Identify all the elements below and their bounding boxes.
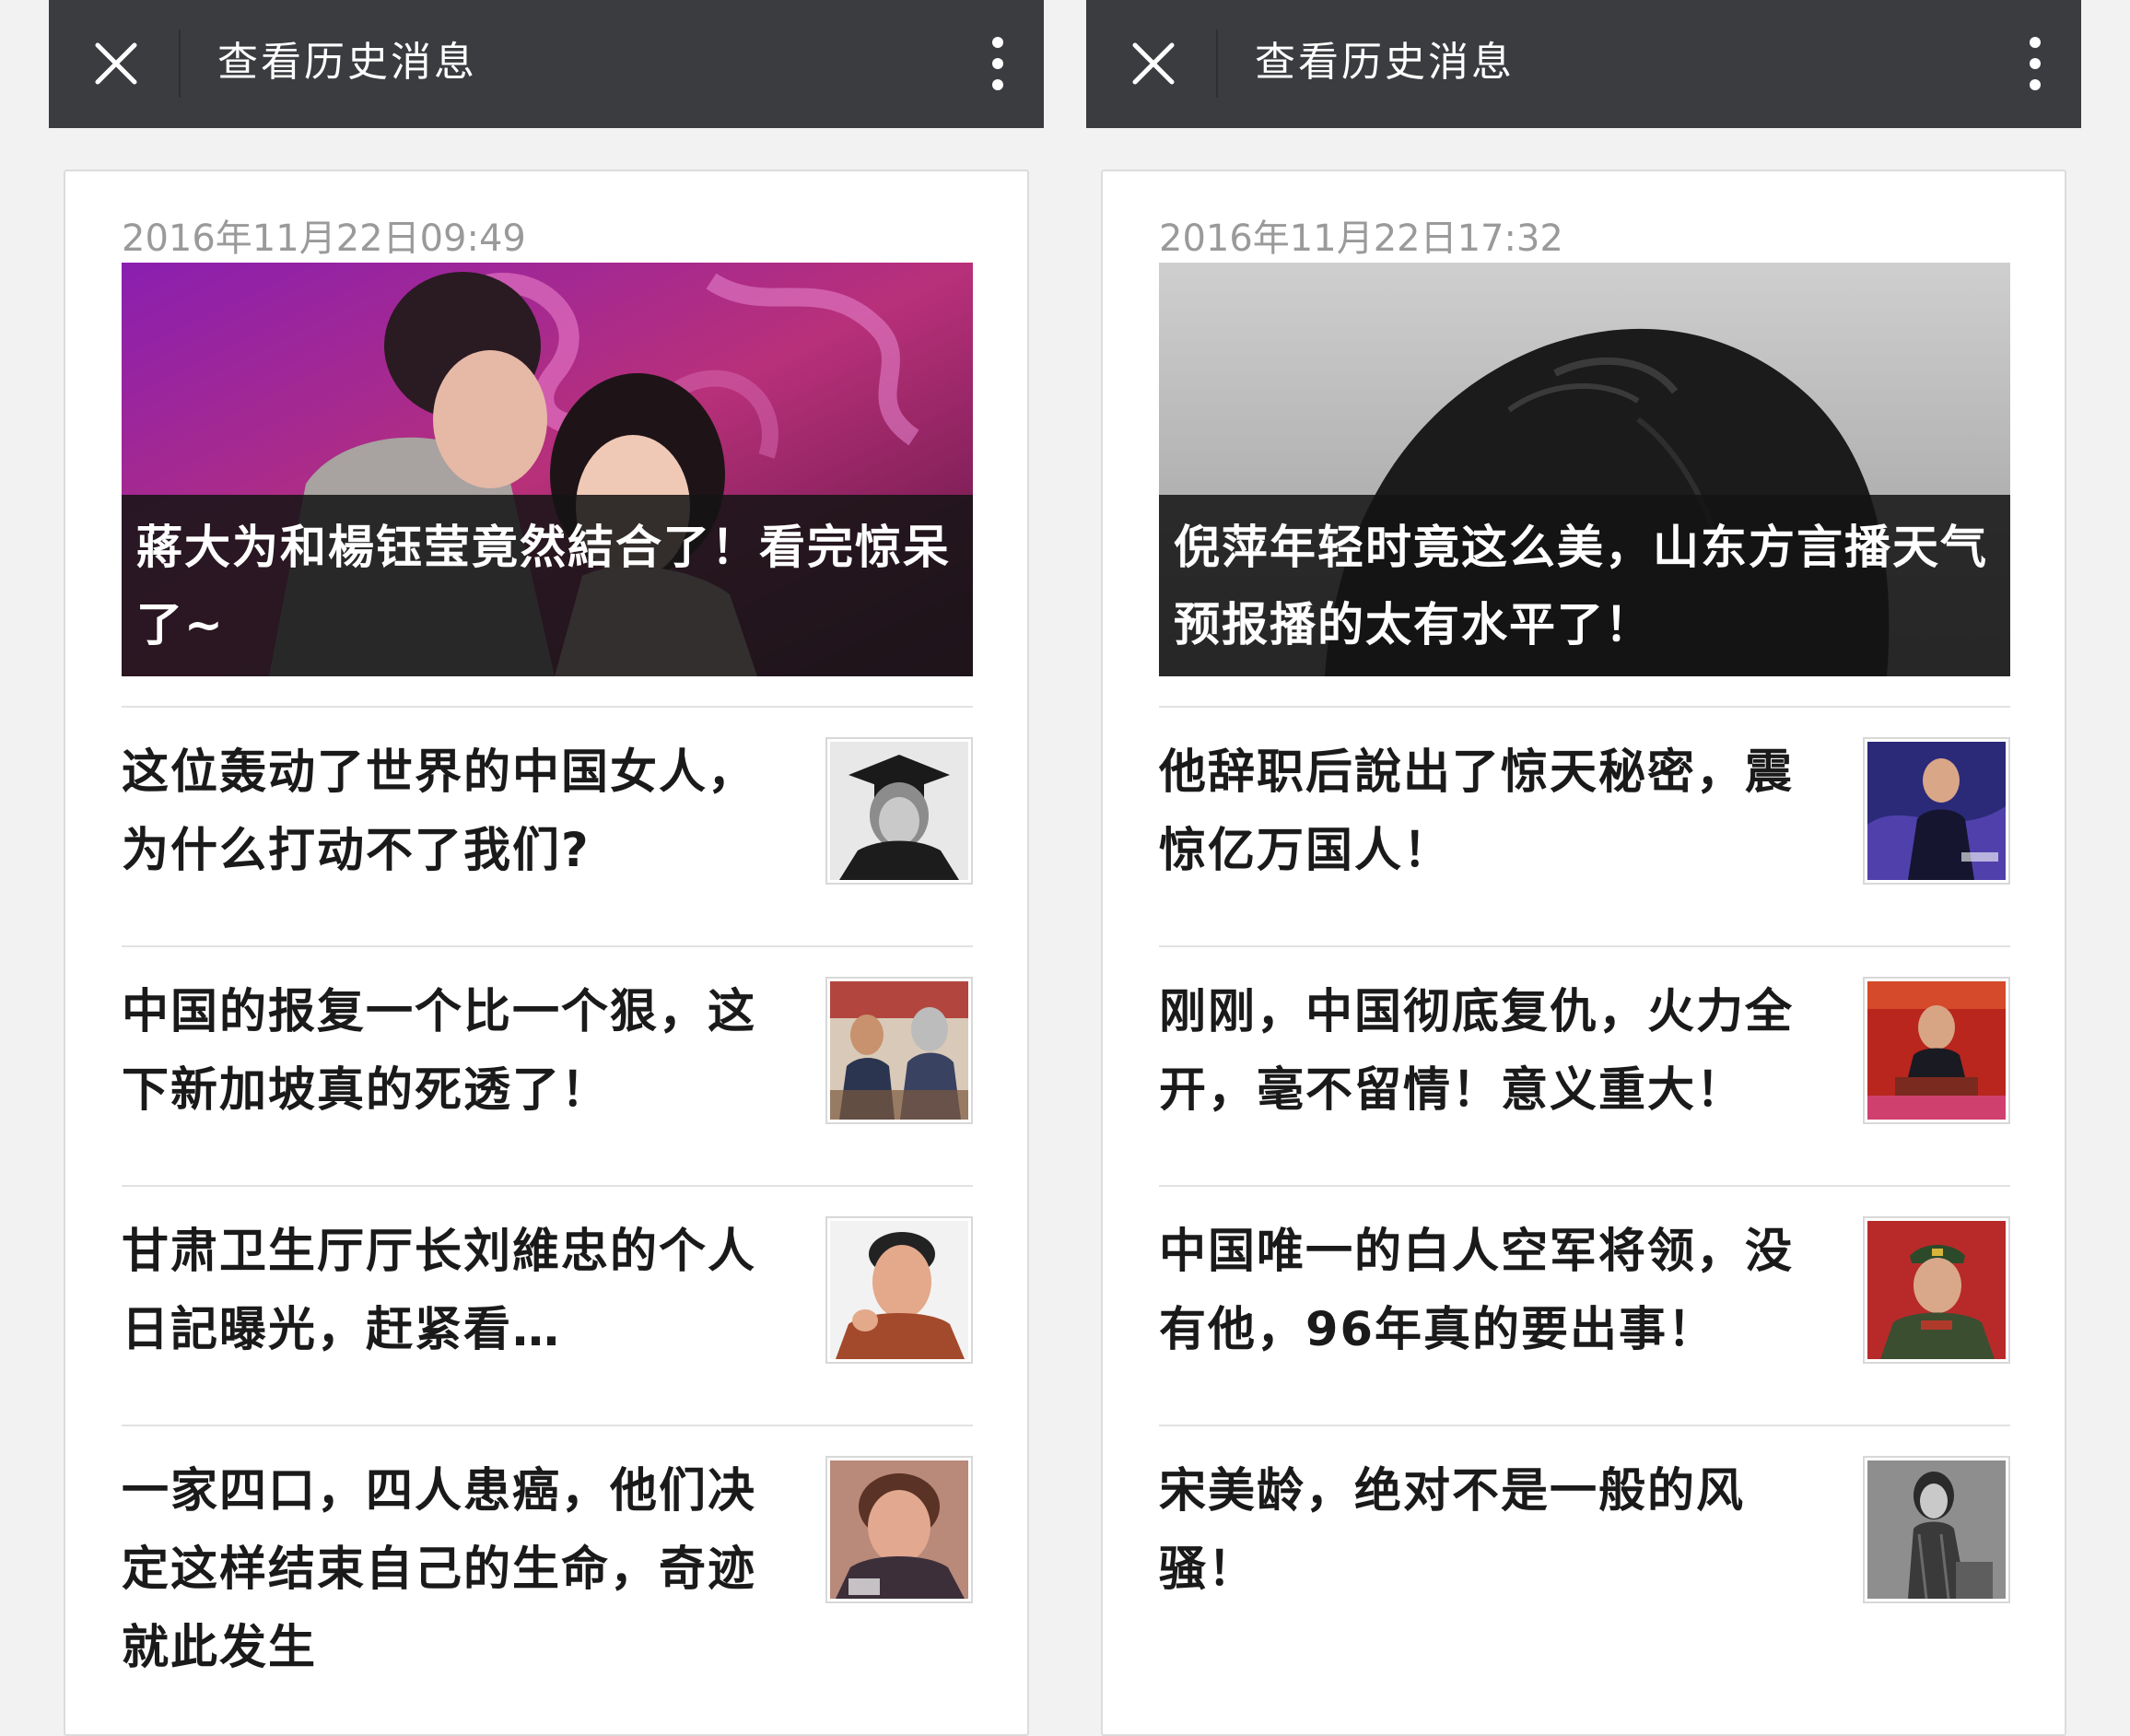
- list-item[interactable]: 甘肃卫生厅厅长刘維忠的个人日記曝光，赶紧看…: [122, 1185, 973, 1426]
- thumbnail-image: [830, 742, 968, 880]
- hero-article[interactable]: 蔣大为和楊钰莹竟然結合了！看完惊呆了~: [122, 263, 973, 676]
- article-thumbnail: [1863, 737, 2010, 885]
- article-thumbnail: [1863, 1216, 2010, 1364]
- list-item[interactable]: 中国的报复一个比一个狠，这下新加坡真的死透了！: [122, 945, 973, 1187]
- hero-article[interactable]: 倪萍年轻时竟这么美，山东方言播天气预报播的太有水平了！: [1159, 263, 2010, 676]
- thumbnail-image: [1867, 742, 2006, 880]
- top-nav-bar: 查看历史消息: [49, 0, 1044, 128]
- close-button[interactable]: [1112, 25, 1195, 102]
- hero-title: 蔣大为和楊钰莹竟然結合了！看完惊呆了~: [122, 495, 973, 676]
- article-title: 宋美龄，绝对不是一般的风骚！: [1159, 1464, 1746, 1597]
- close-icon: [1132, 42, 1175, 85]
- more-vertical-icon: [992, 37, 1003, 90]
- article-thumbnail: [1863, 977, 2010, 1124]
- list-item[interactable]: 刚刚，中国彻底复仇，火力全开，毫不留情！意义重大！: [1159, 945, 2010, 1187]
- list-item[interactable]: 宋美龄，绝对不是一般的风骚！: [1159, 1425, 2010, 1666]
- message-timestamp: 2016年11月22日17:32: [1159, 217, 1563, 260]
- nav-divider: [179, 29, 181, 98]
- article-title: 中国唯一的白人空军将领，没有他，96年真的要出事！: [1159, 1225, 1795, 1357]
- list-item[interactable]: 一家四口，四人患癌，他们决定这样结束自己的生命，奇迹就此发生: [122, 1425, 973, 1675]
- thumbnail-image: [1867, 981, 2006, 1120]
- hero-title: 倪萍年轻时竟这么美，山东方言播天气预报播的太有水平了！: [1159, 495, 2010, 676]
- top-nav-bar: 查看历史消息: [1086, 0, 2081, 128]
- thumbnail-image: [830, 1221, 968, 1359]
- more-options-button[interactable]: [2007, 25, 2063, 102]
- message-timestamp: 2016年11月22日09:49: [122, 217, 526, 260]
- article-thumbnail: [825, 1216, 973, 1364]
- article-title: 这位轰动了世界的中国女人，为什么打动不了我们?: [122, 745, 757, 878]
- thumbnail-image: [1867, 1221, 2006, 1359]
- thumbnail-image: [830, 981, 968, 1120]
- more-vertical-icon: [2030, 37, 2041, 90]
- article-title: 他辞职后說出了惊天秘密，震惊亿万国人！: [1159, 745, 1795, 878]
- article-title: 一家四口，四人患癌，他们决定这样结束自己的生命，奇迹就此发生: [122, 1464, 757, 1675]
- more-options-button[interactable]: [970, 25, 1025, 102]
- close-icon: [95, 42, 137, 85]
- page-title: 查看历史消息: [217, 39, 477, 86]
- article-thumbnail: [1863, 1456, 2010, 1603]
- nav-divider: [1216, 29, 1218, 98]
- list-item[interactable]: 他辞职后說出了惊天秘密，震惊亿万国人！: [1159, 706, 2010, 947]
- article-thumbnail: [825, 1456, 973, 1603]
- list-item[interactable]: 中国唯一的白人空军将领，没有他，96年真的要出事！: [1159, 1185, 2010, 1426]
- right-phone-screen: 查看历史消息 2016年11月22日17:32 倪萍年轻时竟这么美，山东方言播天…: [1086, 0, 2081, 1736]
- close-button[interactable]: [75, 25, 158, 102]
- message-card: 2016年11月22日17:32 倪萍年轻时竟这么美，山东方言播天气预报播的太有…: [1101, 170, 2066, 1736]
- article-thumbnail: [825, 977, 973, 1124]
- article-title: 甘肃卫生厅厅长刘維忠的个人日記曝光，赶紧看…: [122, 1225, 757, 1357]
- article-thumbnail: [825, 737, 973, 885]
- article-title: 刚刚，中国彻底复仇，火力全开，毫不留情！意义重大！: [1159, 985, 1795, 1118]
- thumbnail-image: [830, 1460, 968, 1599]
- left-phone-screen: 查看历史消息 2016年11月22日09:49 蔣大为和楊钰莹竟然結合了！看完惊…: [49, 0, 1044, 1736]
- page-title: 查看历史消息: [1255, 39, 1515, 86]
- list-item[interactable]: 这位轰动了世界的中国女人，为什么打动不了我们?: [122, 706, 973, 947]
- thumbnail-image: [1867, 1460, 2006, 1599]
- message-card: 2016年11月22日09:49 蔣大为和楊钰莹竟然結合了！看完惊呆了~ 这位轰…: [64, 170, 1029, 1736]
- article-title: 中国的报复一个比一个狠，这下新加坡真的死透了！: [122, 985, 757, 1118]
